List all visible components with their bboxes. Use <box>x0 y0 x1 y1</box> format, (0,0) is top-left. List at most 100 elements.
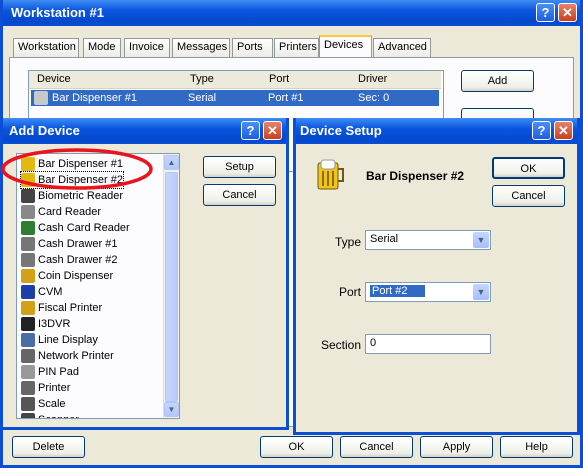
add-device-title: Add Device <box>9 123 80 138</box>
tab-invoice[interactable]: Invoice <box>124 38 170 57</box>
list-item-label: Card Reader <box>38 206 101 218</box>
highlight-ellipse <box>1 148 153 190</box>
scale-icon <box>21 397 35 412</box>
device-setup-titlebar[interactable]: Device Setup ? ✕ <box>296 118 577 144</box>
help-button[interactable]: Help <box>500 436 573 458</box>
device-list-header: Device Type Port Driver <box>29 71 441 89</box>
section-label: Section <box>321 338 362 352</box>
list-item-label: Cash Drawer #1 <box>38 238 118 250</box>
list-item-label: Network Printer <box>38 350 114 362</box>
close-icon[interactable]: ✕ <box>554 121 573 140</box>
row-device: Bar Dispenser #1 <box>52 92 137 104</box>
cancel-button[interactable]: Cancel <box>203 184 276 206</box>
add-device-titlebar[interactable]: Add Device ? ✕ <box>3 118 286 144</box>
cash-drawer-icon <box>21 253 35 268</box>
scroll-thumb[interactable] <box>165 172 178 402</box>
list-item[interactable]: PIN Pad <box>21 364 79 380</box>
list-item-label: PIN Pad <box>38 366 79 378</box>
type-select[interactable]: Serial ▼ <box>365 230 491 250</box>
list-item-label: Line Display <box>38 334 98 346</box>
coin-dispenser-icon <box>21 269 35 284</box>
pin-pad-icon <box>21 365 35 380</box>
list-scrollbar[interactable]: ▲ ▼ <box>163 154 179 418</box>
list-item-label: I3DVR <box>38 318 71 330</box>
list-item[interactable]: CVM <box>21 284 62 300</box>
dvr-icon <box>21 317 35 332</box>
add-button[interactable]: Add <box>461 70 534 92</box>
list-item[interactable]: Scanner <box>21 412 79 418</box>
port-value: Port #2 <box>370 285 426 297</box>
row-port: Port #1 <box>268 92 304 104</box>
cancel-button[interactable]: Cancel <box>340 436 413 458</box>
fiscal-printer-icon <box>21 301 35 316</box>
list-item-label: Cash Drawer #2 <box>38 254 118 266</box>
column-driver[interactable]: Driver <box>358 73 387 85</box>
cash-card-reader-icon <box>21 221 35 236</box>
column-device[interactable]: Device <box>37 73 71 85</box>
list-item[interactable]: Printer <box>21 380 70 396</box>
device-name: Bar Dispenser #2 <box>366 169 465 183</box>
tab-mode[interactable]: Mode <box>83 38 121 57</box>
type-label: Type <box>335 235 362 249</box>
tab-printers[interactable]: Printers <box>274 38 319 57</box>
cancel-button[interactable]: Cancel <box>492 185 565 207</box>
list-item[interactable]: Scale <box>21 396 66 412</box>
chevron-down-icon[interactable]: ▼ <box>473 284 489 300</box>
workstation-titlebar[interactable]: Workstation #1 ? ✕ <box>3 0 580 26</box>
tab-messages[interactable]: Messages <box>172 38 230 57</box>
cash-drawer-icon <box>21 237 35 252</box>
workstation-title: Workstation #1 <box>11 5 104 20</box>
close-icon[interactable]: ✕ <box>263 121 282 140</box>
bar-dispenser-icon <box>34 91 48 105</box>
list-item[interactable]: Fiscal Printer <box>21 300 102 316</box>
ok-button[interactable]: OK <box>492 157 565 179</box>
list-item-label: Fiscal Printer <box>38 302 103 314</box>
scanner-icon <box>21 413 35 418</box>
apply-button[interactable]: Apply <box>420 436 493 458</box>
tab-advanced[interactable]: Advanced <box>373 38 431 57</box>
list-item[interactable]: Cash Card Reader <box>21 220 130 236</box>
list-item[interactable]: I3DVR <box>21 316 70 332</box>
list-item-label: Scanner <box>38 414 79 418</box>
list-item[interactable]: Network Printer <box>21 348 114 364</box>
list-item-label: Scale <box>38 398 66 410</box>
tab-workstation[interactable]: Workstation <box>13 38 79 57</box>
list-item[interactable]: Coin Dispenser <box>21 268 113 284</box>
chevron-down-icon[interactable]: ▼ <box>473 232 489 248</box>
list-item-label: Coin Dispenser <box>38 270 114 282</box>
column-type[interactable]: Type <box>190 73 214 85</box>
list-item[interactable]: Cash Drawer #2 <box>21 252 117 268</box>
table-row[interactable]: Bar Dispenser #1 Serial Port #1 Sec: 0 <box>31 90 439 106</box>
bar-dispenser-icon <box>317 159 344 190</box>
tab-ports[interactable]: Ports <box>232 38 273 57</box>
list-item-label: CVM <box>38 286 63 298</box>
ok-button[interactable]: OK <box>260 436 333 458</box>
delete-button[interactable]: Delete <box>12 436 85 458</box>
port-label: Port <box>339 285 362 299</box>
close-icon[interactable]: ✕ <box>558 3 577 22</box>
tab-devices[interactable]: Devices <box>319 35 372 58</box>
scroll-down-arrow[interactable]: ▼ <box>164 402 179 417</box>
help-icon[interactable]: ? <box>532 121 551 140</box>
port-select[interactable]: Port #2 ▼ <box>365 282 491 302</box>
list-item[interactable]: Card Reader <box>21 204 101 220</box>
device-setup-title: Device Setup <box>300 123 382 138</box>
row-type: Serial <box>188 92 217 104</box>
list-item[interactable]: Cash Drawer #1 <box>21 236 117 252</box>
list-item[interactable]: Line Display <box>21 332 98 348</box>
network-printer-icon <box>21 349 35 364</box>
scroll-up-arrow[interactable]: ▲ <box>164 155 179 170</box>
row-driver: Sec: 0 <box>358 92 390 104</box>
device-type-list[interactable]: Bar Dispenser #1 Bar Dispenser #2 Biometri… <box>16 153 180 419</box>
device-setup-dialog: Device Setup ? ✕ Bar Dispenser #2 OK Can… <box>293 118 580 435</box>
setup-button[interactable]: Setup <box>203 156 276 178</box>
list-item-label: Printer <box>38 382 71 394</box>
column-port[interactable]: Port <box>269 73 289 85</box>
card-reader-icon <box>21 205 35 220</box>
section-input[interactable]: 0 <box>365 334 491 354</box>
help-icon[interactable]: ? <box>536 3 555 22</box>
type-value: Serial <box>370 233 399 245</box>
help-icon[interactable]: ? <box>241 121 260 140</box>
list-item-label: Cash Card Reader <box>38 222 130 234</box>
printer-icon <box>21 381 35 396</box>
